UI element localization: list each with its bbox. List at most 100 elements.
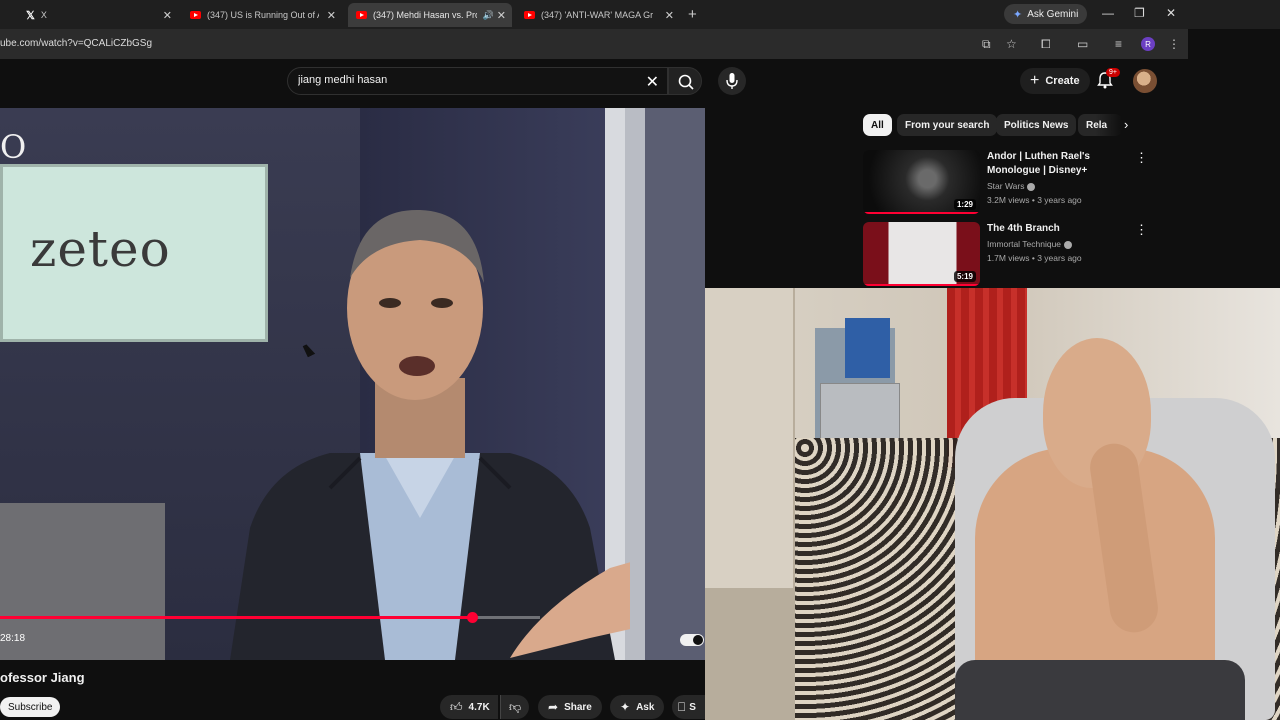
chip-politics-news[interactable]: Politics News	[996, 114, 1077, 136]
bookmark-star-icon[interactable]: ☆	[1006, 37, 1017, 51]
tab-x[interactable]: 𝕏 X ✕	[18, 3, 178, 27]
browser-tab-bar: 𝕏 X ✕ (347) US is Running Out of Am ✕ (3…	[0, 0, 1280, 29]
person-pants	[955, 660, 1245, 720]
speaker-icon[interactable]: 🔊	[483, 10, 494, 21]
recommendation-item[interactable]: 5:19 The 4th Branch Immortal Technique 1…	[863, 222, 1163, 288]
room-door	[705, 288, 795, 618]
subscribe-label: Subscribe	[8, 701, 53, 713]
more-options-icon[interactable]: ⋮	[1135, 150, 1148, 166]
blue-bag	[845, 318, 890, 378]
more-options-icon[interactable]: ⋮	[1135, 222, 1148, 238]
channel-label: Immortal Technique	[987, 239, 1062, 249]
recommendation-title[interactable]: The 4th Branch	[987, 222, 1127, 236]
video-meta: 1.7M views • 3 years ago	[987, 253, 1082, 263]
chip-related[interactable]: Rela	[1078, 114, 1122, 136]
menu-kebab-icon[interactable]: ⋮	[1168, 37, 1180, 51]
channel-name[interactable]: Immortal Technique	[987, 239, 1073, 249]
youtube-favicon-icon	[190, 11, 201, 19]
chip-label: Rela	[1086, 119, 1108, 131]
recommendation-title[interactable]: Andor | Luthen Rael's Monologue | Disney…	[987, 150, 1127, 178]
clear-search-icon[interactable]: ✕	[646, 72, 659, 92]
save-button[interactable]: ⎕ S	[672, 695, 705, 719]
create-button[interactable]: + Create	[1020, 68, 1090, 94]
microphone-icon	[726, 73, 738, 89]
video-thumbnail[interactable]: 5:19	[863, 222, 980, 286]
chip-label: All	[871, 119, 884, 131]
ask-gemini-label: Ask Gemini	[1027, 8, 1079, 20]
watched-progress	[863, 212, 980, 214]
time-display: 28:18	[0, 633, 26, 644]
tab-youtube-1[interactable]: (347) US is Running Out of Am ✕	[182, 3, 342, 27]
search-box: ✕	[287, 67, 668, 95]
tab-youtube-active[interactable]: (347) Mehdi Hasan vs. Profe 🔊 ✕	[348, 3, 512, 27]
gemini-sparkle-icon: ✦	[1013, 8, 1023, 21]
tab-youtube-3[interactable]: (347) 'ANTI-WAR' MAGA Grifte ✕	[516, 3, 680, 27]
cast-icon[interactable]: ▭	[1077, 37, 1088, 51]
tab-label: (347) US is Running Out of Am	[207, 10, 319, 20]
share-arrow-icon: ➦	[548, 700, 559, 714]
close-icon[interactable]: ✕	[665, 9, 674, 22]
share-label: Share	[564, 701, 592, 713]
tab-label: (347) Mehdi Hasan vs. Profe	[373, 10, 477, 20]
webcam-overlay	[705, 288, 1280, 720]
recommendation-item[interactable]: 1:29 Andor | Luthen Rael's Monologue | D…	[863, 150, 1163, 216]
watched-progress	[863, 284, 980, 286]
window-close-icon[interactable]: ✕	[1166, 6, 1176, 20]
ask-gemini-button[interactable]: ✦ Ask Gemini	[1004, 4, 1088, 24]
channel-name[interactable]: Star Wars	[987, 181, 1036, 191]
youtube-favicon-icon	[356, 11, 367, 19]
progress-played	[0, 616, 472, 619]
chip-from-your-search[interactable]: From your search	[897, 114, 998, 136]
tab-label: X	[40, 10, 47, 20]
channel-label: Star Wars	[987, 181, 1025, 191]
notifications-badge: 9+	[1106, 68, 1120, 77]
chevron-right-icon[interactable]: ›	[1124, 117, 1128, 132]
restore-icon[interactable]: ❐	[1134, 6, 1145, 20]
autoplay-toggle[interactable]	[680, 634, 704, 646]
share-button[interactable]: ➦ Share	[538, 695, 602, 719]
chip-label: Politics News	[1004, 119, 1069, 131]
video-title: ofessor Jiang	[0, 670, 85, 685]
video-player[interactable]: O zeteo 28:18	[0, 108, 705, 660]
search-input[interactable]	[298, 74, 628, 86]
profile-avatar[interactable]: R	[1141, 37, 1155, 51]
presenter-figure	[230, 209, 630, 660]
youtube-header: ✕ + Create 9+	[0, 59, 1180, 104]
duration-badge: 1:29	[953, 199, 976, 210]
dislike-button[interactable]: 👎︎	[500, 695, 530, 719]
chip-label: From your search	[905, 119, 990, 131]
like-count: 4.7K	[468, 701, 490, 713]
extensions-icon[interactable]: ⧠	[1041, 37, 1051, 52]
verified-icon	[1064, 240, 1073, 249]
account-avatar[interactable]	[1133, 69, 1157, 93]
like-button[interactable]: 👍︎ 4.7K	[440, 695, 498, 719]
subscribe-button[interactable]: Subscribe	[0, 697, 61, 717]
youtube-favicon-icon	[524, 11, 535, 19]
progress-scrubber[interactable]	[467, 612, 478, 623]
install-app-icon[interactable]: ⧉	[982, 37, 991, 52]
search-icon	[678, 74, 694, 90]
verified-icon	[1027, 182, 1036, 191]
x-logo-icon: 𝕏	[26, 9, 35, 22]
save-label: S	[689, 701, 696, 713]
duration-badge: 5:19	[953, 271, 976, 282]
search-button[interactable]	[668, 67, 702, 95]
thumbs-up-icon: 👍︎	[450, 699, 463, 714]
sparkle-icon: ✦	[620, 700, 631, 714]
video-thumbnail[interactable]: 1:29	[863, 150, 980, 214]
voice-search-button[interactable]	[718, 67, 746, 95]
close-icon[interactable]: ✕	[327, 9, 336, 22]
close-icon[interactable]: ✕	[163, 9, 172, 22]
ask-button[interactable]: ✦ Ask	[610, 695, 665, 719]
plus-icon: +	[1030, 72, 1040, 89]
media-control-icon[interactable]: ≡	[1115, 37, 1122, 51]
close-icon[interactable]: ✕	[497, 9, 506, 22]
create-label: Create	[1045, 75, 1080, 87]
address-bar: ube.com/watch?v=QCALiCZbGSg ⧉ ☆ ⧠ ▭ ≡ R …	[0, 29, 1188, 59]
new-tab-icon[interactable]: +	[688, 6, 697, 23]
tab-label: (347) 'ANTI-WAR' MAGA Grifte	[541, 10, 653, 20]
minimize-icon[interactable]: —	[1102, 6, 1114, 20]
zeteo-logo-text: zeteo	[30, 220, 171, 278]
url-text[interactable]: ube.com/watch?v=QCALiCZbGSg	[0, 38, 152, 49]
chip-all[interactable]: All	[863, 114, 892, 136]
